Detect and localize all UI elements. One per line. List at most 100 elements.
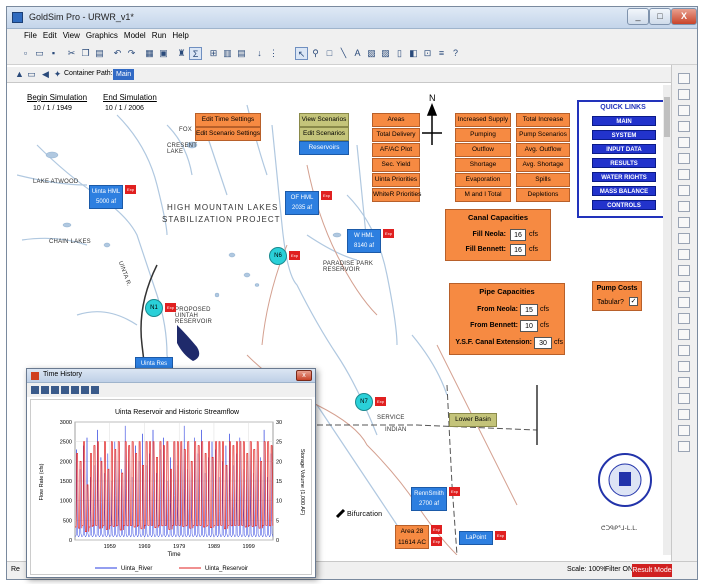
ysf-canal-input[interactable]: 30 xyxy=(534,337,552,349)
palette-order-icon[interactable] xyxy=(678,345,690,356)
undo-icon[interactable]: ↶ xyxy=(111,47,124,60)
menu-model[interactable]: Model xyxy=(121,29,149,40)
palette-polygon-icon[interactable] xyxy=(678,137,690,148)
palette-checkbox-icon[interactable] xyxy=(678,217,690,228)
title-bar[interactable]: GoldSim Pro - URWR_v1* _ □ X xyxy=(7,7,697,29)
result-areas-button[interactable]: Areas xyxy=(372,113,420,127)
result-uinta-priorities-button[interactable]: Uinta Priorities xyxy=(372,173,420,187)
edit-scenarios-button[interactable]: Edit Scenarios xyxy=(299,127,349,141)
minimize-button[interactable]: _ xyxy=(627,8,649,25)
expression-tag[interactable]: Exp xyxy=(125,185,136,194)
palette-zoom-icon[interactable] xyxy=(678,441,690,452)
reservoirs-button[interactable]: Reservoirs xyxy=(299,141,349,155)
reservoir-rennsmith[interactable]: RennSmith 2700 af xyxy=(411,487,447,511)
from-bennett-input[interactable]: 10 xyxy=(520,320,538,332)
grid-icon[interactable]: ⊞ xyxy=(207,47,220,60)
chart-format-icon[interactable] xyxy=(81,386,89,394)
help-icon[interactable]: ? xyxy=(449,47,462,60)
result-total-increase-button[interactable]: Total Increase xyxy=(516,113,570,127)
chart-help-icon[interactable] xyxy=(91,386,99,394)
folder-icon[interactable]: ▭ xyxy=(25,68,38,81)
open-icon[interactable]: ▭ xyxy=(33,47,46,60)
result-increased-supply-button[interactable]: Increased Supply xyxy=(455,113,511,127)
fill-neola-input[interactable]: 16 xyxy=(510,229,526,241)
palette-grid-icon[interactable] xyxy=(678,425,690,436)
expression-tag[interactable]: Exp xyxy=(165,303,176,312)
palette-list-icon[interactable] xyxy=(678,233,690,244)
maximize-button[interactable]: □ xyxy=(649,8,671,25)
copy-icon[interactable]: ❐ xyxy=(79,47,92,60)
chart-copy-icon[interactable] xyxy=(51,386,59,394)
chart-print-icon[interactable] xyxy=(61,386,69,394)
table-icon[interactable]: ▥ xyxy=(221,47,234,60)
result-evaporation-button[interactable]: Evaporation xyxy=(455,173,511,187)
units-icon[interactable]: ▤ xyxy=(235,47,248,60)
result-spills-button[interactable]: Spills xyxy=(516,173,570,187)
quicklink-input-data[interactable]: INPUT DATA xyxy=(592,144,656,154)
palette-group-icon[interactable] xyxy=(678,313,690,324)
edit-time-settings-button[interactable]: Edit Time Settings xyxy=(195,113,261,127)
reservoir-uinta-hml[interactable]: Uinta HML 5000 af xyxy=(89,185,123,209)
find-icon[interactable]: ♜ xyxy=(175,47,188,60)
palette-color-icon[interactable] xyxy=(678,361,690,372)
reservoir-lapoint[interactable]: LaPoint xyxy=(459,531,493,545)
result-avg-outflow-button[interactable]: Avg. Outflow xyxy=(516,143,570,157)
print-icon[interactable]: ▦ xyxy=(143,47,156,60)
zoom-icon[interactable]: ⚲ xyxy=(309,47,322,60)
quicklink-main[interactable]: MAIN xyxy=(592,116,656,126)
grid-snap-icon[interactable]: ⊡ xyxy=(421,47,434,60)
result-pump-scenarios-button[interactable]: Pump Scenarios xyxy=(516,128,570,142)
expression-tag[interactable]: Exp xyxy=(431,525,442,534)
chart-table-icon[interactable] xyxy=(71,386,79,394)
tabular-checkbox[interactable]: ✓ xyxy=(629,297,638,306)
result-mode-badge[interactable]: Result Mode xyxy=(632,564,672,577)
lower-basin-button[interactable]: Lower Basin xyxy=(449,413,497,427)
node-n1[interactable]: N1 xyxy=(145,299,163,317)
reservoir-of-hml[interactable]: OF HML 2035 af xyxy=(285,191,319,215)
menu-help[interactable]: Help xyxy=(169,29,191,40)
cut-icon[interactable]: ✂ xyxy=(65,47,78,60)
expression-tag[interactable]: Exp xyxy=(449,487,460,496)
palette-link-icon[interactable] xyxy=(678,297,690,308)
palette-table-icon[interactable] xyxy=(678,281,690,292)
result-total-delivery-button[interactable]: Total Delivery xyxy=(372,128,420,142)
quicklink-water-rights[interactable]: WATER RIGHTS xyxy=(592,172,656,182)
palette-rect-icon[interactable] xyxy=(678,105,690,116)
from-neola-input[interactable]: 15 xyxy=(520,304,538,316)
quicklink-system[interactable]: SYSTEM xyxy=(592,130,656,140)
chart-properties-icon[interactable] xyxy=(31,386,39,394)
node-n7[interactable]: N7 xyxy=(355,393,373,411)
menu-graphics[interactable]: Graphics xyxy=(83,29,121,40)
node-n6[interactable]: N6 xyxy=(269,247,287,265)
expression-tag[interactable]: Exp xyxy=(289,251,300,260)
expression-tag[interactable]: Exp xyxy=(375,397,386,406)
align-icon[interactable]: ▯ xyxy=(393,47,406,60)
edit-scenario-settings-button[interactable]: Edit Scenario Settings xyxy=(195,127,261,141)
time-history-window[interactable]: Time History x Uinta Reservoir and Histo… xyxy=(26,368,316,578)
palette-chart-icon[interactable] xyxy=(678,265,690,276)
begin-simulation-date[interactable]: 10 / 1 / 1949 xyxy=(33,105,72,112)
rectangle-icon[interactable]: □ xyxy=(323,47,336,60)
area-28-box[interactable]: Area 28 11614 AC xyxy=(395,525,429,549)
expression-tag[interactable]: Exp xyxy=(431,537,442,546)
function-icon[interactable]: Σ xyxy=(189,47,202,60)
run-icon[interactable]: ↓ xyxy=(253,47,266,60)
palette-ellipse-icon[interactable] xyxy=(678,121,690,132)
scrollbar-thumb[interactable] xyxy=(664,97,670,137)
end-simulation-date[interactable]: 10 / 1 / 2006 xyxy=(105,105,144,112)
result-whiter-priorities-button[interactable]: WhiteR Priorities xyxy=(372,188,421,202)
palette-font-icon[interactable] xyxy=(678,377,690,388)
expression-tag[interactable]: Exp xyxy=(383,229,394,238)
reservoir-w-hml[interactable]: W HML 8140 af xyxy=(347,229,381,253)
menu-edit[interactable]: Edit xyxy=(40,29,60,40)
quicklink-controls[interactable]: CONTROLS xyxy=(592,200,656,210)
palette-line-icon[interactable] xyxy=(678,89,690,100)
chart-save-icon[interactable] xyxy=(41,386,49,394)
result-outflow-button[interactable]: Outflow xyxy=(455,143,511,157)
line-icon[interactable]: ╲ xyxy=(337,47,350,60)
layer-icon[interactable]: ◧ xyxy=(407,47,420,60)
new-icon[interactable]: ▫ xyxy=(19,47,32,60)
menu-file[interactable]: File xyxy=(21,29,40,40)
container-path-value[interactable]: Main xyxy=(113,69,135,80)
expression-tag[interactable]: Exp xyxy=(321,191,332,200)
